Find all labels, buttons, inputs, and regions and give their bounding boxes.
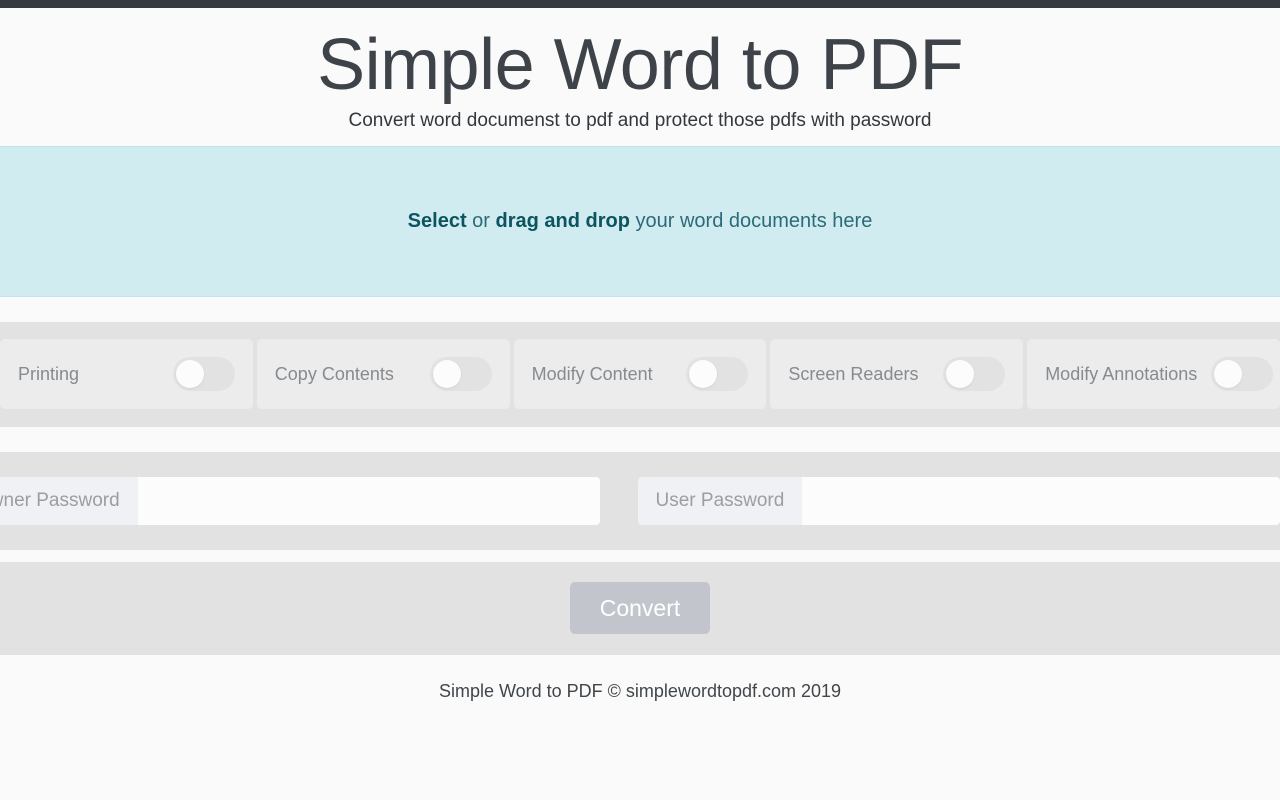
permissions-row: Printing Copy Contents Modify Content Sc…: [0, 339, 1280, 410]
permission-card-copy-contents[interactable]: Copy Contents: [256, 339, 510, 410]
permission-label: Copy Contents: [274, 363, 394, 384]
passwords-row: Owner Password User Password: [0, 476, 1280, 525]
top-navbar: [0, 0, 1280, 8]
permission-label: Modify Content: [531, 363, 653, 384]
permission-label: Modify Annotations: [1045, 363, 1198, 384]
permission-toggle-screen-readers[interactable]: [943, 357, 1006, 392]
page-header: Simple Word to PDF Convert word documens…: [0, 8, 1280, 146]
toggle-knob-icon: [946, 360, 975, 389]
permissions-band: Printing Copy Contents Modify Content Sc…: [0, 321, 1280, 427]
toggle-knob-icon: [689, 360, 718, 389]
user-password-group: User Password: [637, 476, 1280, 525]
page-root: Simple Word to PDF Convert word documens…: [0, 0, 1280, 800]
permission-toggle-modify-annotations[interactable]: [1211, 357, 1274, 392]
convert-band: Convert: [0, 561, 1280, 655]
spacer-above-convert: [0, 549, 1280, 562]
owner-password-label: Owner Password: [0, 476, 138, 525]
permission-toggle-modify-content[interactable]: [686, 357, 749, 392]
permission-card-modify-content[interactable]: Modify Content: [513, 339, 767, 410]
page-footer: Simple Word to PDF © simplewordtopdf.com…: [0, 654, 1280, 702]
dropzone-suffix: your word documents here: [629, 209, 873, 232]
convert-button[interactable]: Convert: [569, 581, 711, 635]
toggle-knob-icon: [175, 360, 204, 389]
dropzone-drag-label: drag and drop: [495, 209, 630, 232]
toggle-knob-icon: [1214, 360, 1243, 389]
dropzone-conjunction: or: [466, 209, 496, 232]
owner-password-input[interactable]: [137, 476, 600, 525]
toggle-knob-icon: [432, 360, 461, 389]
permission-toggle-copy-contents[interactable]: [429, 357, 492, 392]
page-title: Simple Word to PDF: [317, 25, 963, 105]
page-subtitle: Convert word documenst to pdf and protec…: [348, 109, 932, 131]
spacer-above-passwords: [0, 426, 1280, 452]
dropzone-instruction: Select or drag and drop your word docume…: [408, 210, 873, 233]
passwords-band: Owner Password User Password: [0, 451, 1280, 550]
user-password-input[interactable]: [802, 476, 1280, 525]
user-password-label: User Password: [637, 476, 803, 525]
spacer-above-permissions: [0, 296, 1280, 322]
footer-copyright: Simple Word to PDF © simplewordtopdf.com…: [438, 680, 842, 701]
permission-card-modify-annotations[interactable]: Modify Annotations: [1027, 339, 1280, 410]
permission-card-printing[interactable]: Printing: [0, 339, 253, 410]
file-dropzone[interactable]: Select or drag and drop your word docume…: [0, 145, 1280, 297]
permission-label: Screen Readers: [788, 363, 919, 384]
permission-card-screen-readers[interactable]: Screen Readers: [770, 339, 1024, 410]
permission-label: Printing: [18, 363, 80, 384]
permission-toggle-printing[interactable]: [172, 357, 235, 392]
dropzone-select-link[interactable]: Select: [408, 210, 467, 232]
owner-password-group: Owner Password: [0, 476, 600, 525]
